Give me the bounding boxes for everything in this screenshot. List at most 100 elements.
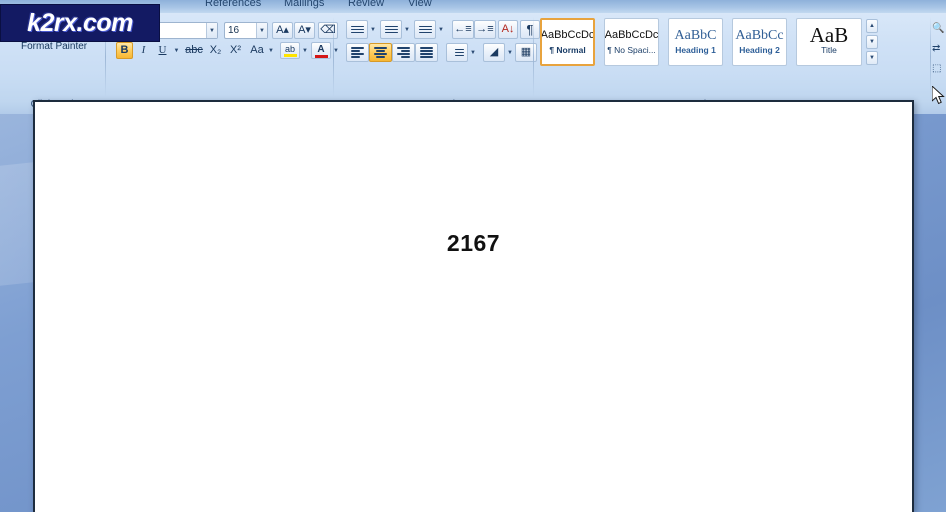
style-normal[interactable]: AaBbCcDc ¶ Normal bbox=[540, 18, 595, 66]
font-size-value: 16 bbox=[228, 25, 240, 36]
shrink-font-icon: A▾ bbox=[298, 24, 311, 36]
shading-icon: ◢ bbox=[489, 46, 499, 58]
increase-indent-button[interactable]: →≡ bbox=[474, 20, 496, 39]
underline-icon: U bbox=[158, 44, 167, 56]
underline-dropdown[interactable]: ▼ bbox=[171, 42, 181, 59]
bullets-icon bbox=[350, 24, 364, 35]
increase-indent-icon: →≡ bbox=[476, 23, 494, 35]
word-application-window: References Mailings Review View Format P… bbox=[0, 0, 946, 512]
styles-scroll-down-button[interactable]: ▼ bbox=[866, 35, 878, 49]
tab-references[interactable]: References bbox=[205, 0, 261, 10]
style-preview: AaBbCcDc bbox=[540, 29, 595, 41]
line-spacing-dropdown[interactable]: ▼ bbox=[468, 43, 477, 62]
chevron-down-icon[interactable]: ▼ bbox=[256, 23, 267, 38]
highlight-icon: ab bbox=[284, 44, 295, 54]
style-heading-2[interactable]: AaBbCc Heading 2 bbox=[732, 18, 787, 66]
format-painter-label: Format Painter bbox=[21, 40, 88, 52]
justify-icon bbox=[420, 45, 433, 59]
chevron-down-icon: ▼ bbox=[268, 47, 274, 54]
strikethrough-icon: abc bbox=[185, 44, 203, 56]
line-spacing-icon bbox=[451, 47, 464, 58]
bold-icon: B bbox=[120, 44, 129, 56]
font-color-button[interactable]: A bbox=[311, 42, 331, 59]
style-name: Heading 2 bbox=[739, 45, 780, 55]
group-styles: AaBbCcDc ¶ Normal AaBbCcDc ¶ No Spaci...… bbox=[538, 14, 936, 113]
bold-button[interactable]: B bbox=[116, 42, 133, 59]
style-name: ¶ Normal bbox=[549, 45, 586, 55]
text-highlight-button[interactable]: ab bbox=[280, 42, 300, 59]
bullets-button[interactable] bbox=[346, 20, 368, 39]
align-center-button[interactable] bbox=[369, 43, 392, 62]
style-name: Heading 1 bbox=[675, 45, 716, 55]
document-page[interactable]: 2167 bbox=[33, 100, 914, 512]
sort-icon: A↓ bbox=[501, 23, 515, 35]
font-color-icon: A bbox=[317, 43, 325, 55]
chevron-down-icon: ▼ bbox=[370, 26, 376, 33]
style-preview: AaB bbox=[809, 23, 849, 47]
style-preview: AaBbC bbox=[674, 28, 717, 43]
numbering-icon bbox=[384, 24, 398, 35]
style-title[interactable]: AaB Title bbox=[796, 18, 862, 66]
shading-dropdown[interactable]: ▼ bbox=[505, 43, 514, 62]
replace-button[interactable]: ⇄ bbox=[932, 41, 946, 55]
style-no-spacing[interactable]: AaBbCcDc ¶ No Spaci... bbox=[604, 18, 659, 66]
style-preview: AaBbCcDc bbox=[604, 29, 659, 41]
highlight-color-swatch bbox=[283, 54, 297, 57]
line-spacing-button[interactable] bbox=[446, 43, 468, 62]
style-heading-1[interactable]: AaBbC Heading 1 bbox=[668, 18, 723, 66]
chevron-down-icon: ▼ bbox=[173, 47, 180, 54]
find-button[interactable]: 🔍 bbox=[932, 21, 946, 35]
justify-button[interactable] bbox=[415, 43, 438, 62]
chevron-down-icon: ▼ bbox=[302, 47, 308, 54]
underline-button[interactable]: U bbox=[154, 42, 171, 59]
chevron-down-icon: ▼ bbox=[404, 26, 410, 33]
tab-review[interactable]: Review bbox=[348, 0, 384, 10]
superscript-button[interactable]: X² bbox=[226, 42, 245, 59]
styles-more-button[interactable]: ▼ bbox=[866, 51, 878, 65]
change-case-dropdown[interactable]: ▼ bbox=[266, 42, 275, 59]
highlight-dropdown[interactable]: ▼ bbox=[300, 42, 309, 59]
k2rx-watermark-text: k2rx.com bbox=[27, 8, 133, 37]
subscript-icon: X₂ bbox=[209, 44, 222, 56]
shrink-font-button[interactable]: A▾ bbox=[294, 22, 315, 39]
subscript-button[interactable]: X₂ bbox=[206, 42, 225, 59]
group-paragraph: ▼ ▼ ▼ ←≡ →≡ A↓ ¶ ▼ ◢ ▼ ▦ bbox=[340, 14, 545, 113]
sort-button[interactable]: A↓ bbox=[498, 20, 518, 39]
grow-font-button[interactable]: A▴ bbox=[272, 22, 293, 39]
tab-view[interactable]: View bbox=[408, 0, 432, 10]
decrease-indent-button[interactable]: ←≡ bbox=[452, 20, 474, 39]
show-formatting-marks-button[interactable]: ¶ bbox=[520, 20, 540, 39]
document-text[interactable]: 2167 bbox=[35, 230, 912, 257]
align-left-button[interactable] bbox=[346, 43, 369, 62]
chevron-down-icon: ▼ bbox=[507, 49, 513, 56]
shading-button[interactable]: ◢ bbox=[483, 43, 505, 62]
select-button[interactable]: ⬚ bbox=[932, 61, 946, 75]
strikethrough-button[interactable]: abc bbox=[184, 42, 204, 59]
clear-formatting-button[interactable]: ⌫ bbox=[318, 22, 338, 39]
superscript-icon: X² bbox=[230, 44, 241, 56]
k2rx-watermark: k2rx.com bbox=[0, 4, 160, 42]
font-size-combo[interactable]: 16 ▼ bbox=[224, 22, 268, 39]
tab-mailings[interactable]: Mailings bbox=[284, 0, 324, 10]
chevron-down-icon[interactable]: ▼ bbox=[206, 23, 217, 38]
italic-icon: I bbox=[141, 44, 146, 56]
align-right-button[interactable] bbox=[392, 43, 415, 62]
style-name: ¶ No Spaci... bbox=[607, 45, 656, 55]
align-center-icon bbox=[374, 45, 387, 59]
chevron-down-icon: ▼ bbox=[470, 49, 476, 56]
borders-icon: ▦ bbox=[520, 46, 532, 58]
multilevel-list-button[interactable] bbox=[414, 20, 436, 39]
change-case-button[interactable]: Aa bbox=[247, 42, 267, 59]
style-name: Title bbox=[821, 45, 837, 55]
group-separator bbox=[333, 17, 334, 97]
italic-button[interactable]: I bbox=[135, 42, 152, 59]
styles-scroll-up-button[interactable]: ▲ bbox=[866, 19, 878, 33]
numbering-dropdown[interactable]: ▼ bbox=[402, 20, 411, 39]
bullets-dropdown[interactable]: ▼ bbox=[368, 20, 377, 39]
font-color-swatch bbox=[314, 54, 328, 58]
decrease-indent-icon: ←≡ bbox=[454, 23, 472, 35]
numbering-button[interactable] bbox=[380, 20, 402, 39]
multilevel-list-dropdown[interactable]: ▼ bbox=[436, 20, 445, 39]
align-right-icon bbox=[397, 45, 410, 59]
align-left-icon bbox=[351, 45, 364, 59]
